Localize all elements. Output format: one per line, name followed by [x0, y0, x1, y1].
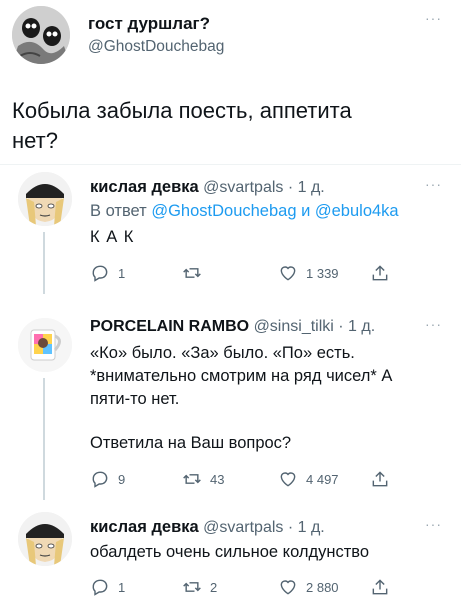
retweet-button[interactable] — [182, 262, 210, 284]
share-button[interactable] — [370, 468, 390, 490]
tweet-text-line: пяти-то нет. — [90, 390, 180, 408]
reply-count: 1 — [118, 579, 126, 595]
like-count: 2 880 — [306, 579, 339, 595]
retweet-count: 43 — [210, 471, 225, 487]
retweet-button[interactable]: 43 — [182, 468, 224, 490]
share-icon — [372, 265, 388, 281]
reply-icon — [92, 265, 108, 282]
author-meta[interactable]: @svartpals · 1 д. — [203, 179, 325, 196]
retweet-icon — [183, 474, 201, 484]
thread-line — [43, 232, 45, 294]
avatar[interactable] — [18, 318, 72, 372]
retweet-icon — [183, 268, 201, 278]
tweet-text: «Ко» было. «За» было. «По» есть. *внимат… — [90, 342, 392, 455]
author-name[interactable]: кислая девка — [90, 518, 199, 536]
tweet-text-line: «Ко» было. «За» было. «По» есть. — [90, 344, 355, 362]
avatar[interactable] — [18, 172, 72, 226]
retweet-button[interactable]: 2 — [182, 576, 217, 598]
retweet-count: 2 — [210, 579, 218, 595]
reply-header: кислая девка @svartpals · 1 д. — [90, 518, 325, 537]
share-icon — [372, 471, 388, 487]
author-meta[interactable]: @svartpals · 1 д. — [203, 519, 325, 536]
more-icon[interactable]: ··· — [425, 516, 442, 532]
heart-icon — [280, 580, 296, 595]
reply-button[interactable]: 1 — [90, 262, 125, 284]
tweet-text: обалдеть очень сильное колдунство — [90, 543, 370, 561]
like-button[interactable]: 1 339 — [278, 262, 339, 284]
reply-icon — [92, 579, 108, 596]
share-button[interactable] — [370, 262, 390, 284]
author-handle[interactable]: @GhostDouchebag — [88, 38, 224, 56]
author-name[interactable]: PORCELAIN RAMBO — [90, 318, 249, 335]
reply-button[interactable]: 9 — [90, 468, 125, 490]
reply-count: 1 — [118, 265, 126, 281]
more-icon[interactable]: ··· — [425, 10, 442, 26]
reply-prefix: В ответ — [90, 202, 147, 220]
tweet-text-line: нет? — [12, 128, 58, 153]
divider — [0, 164, 461, 165]
tweet-text: Кобыла забыла поесть, аппетита нет? — [12, 96, 352, 156]
author-name[interactable]: кислая девка — [90, 178, 199, 196]
like-count: 4 497 — [306, 471, 339, 487]
author-meta[interactable]: @sinsi_tilki · 1 д. — [254, 318, 376, 335]
reply-to-link[interactable]: @GhostDouchebag и @ebulo4ka — [151, 202, 398, 220]
avatar[interactable] — [18, 512, 72, 566]
retweet-icon — [183, 582, 201, 592]
heart-icon — [280, 266, 296, 281]
like-button[interactable]: 2 880 — [278, 576, 339, 598]
tweet-text-line: *внимательно смотрим на ряд чисел* А — [90, 367, 393, 385]
tweet-text: К А К — [90, 228, 135, 246]
tweet-text-line: Ответила на Ваш вопрос? — [90, 434, 292, 452]
share-button[interactable] — [370, 576, 390, 598]
heart-icon — [280, 472, 296, 487]
tweet-text-line: Кобыла забыла поесть, аппетита — [12, 98, 352, 123]
reply-header: PORCELAIN RAMBO @sinsi_tilki · 1 д. — [90, 318, 375, 336]
more-icon[interactable]: ··· — [425, 316, 442, 332]
action-bar: 9 43 4 497 — [90, 468, 410, 490]
reply-count: 9 — [118, 471, 126, 487]
action-bar: 1 1 339 — [90, 262, 410, 284]
reply-button[interactable]: 1 — [90, 576, 125, 598]
action-bar: 1 2 2 880 — [90, 576, 410, 598]
like-button[interactable]: 4 497 — [278, 468, 339, 490]
avatar[interactable] — [12, 6, 70, 64]
thread-line — [43, 378, 45, 500]
reply-to-line: В ответ @GhostDouchebag и @ebulo4ka — [90, 200, 399, 223]
more-icon[interactable]: ··· — [425, 176, 442, 192]
share-icon — [372, 579, 388, 595]
reply-header: кислая девка @svartpals · 1 д. — [90, 178, 325, 197]
author-name[interactable]: гост дуршлаг? — [88, 14, 210, 34]
reply-icon — [92, 471, 108, 488]
like-count: 1 339 — [306, 265, 339, 281]
